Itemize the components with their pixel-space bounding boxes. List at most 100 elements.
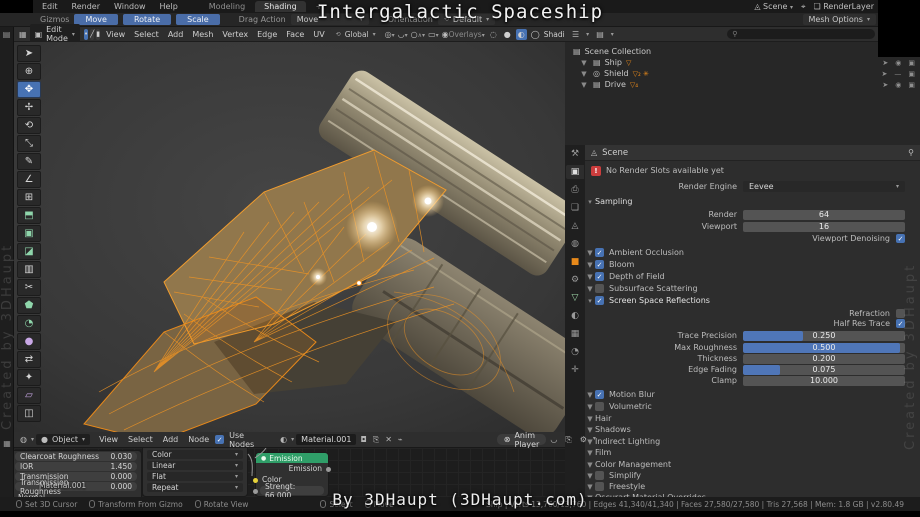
tab-material-icon[interactable]: ◐ (566, 309, 584, 323)
link-icon[interactable]: ⌁ (396, 435, 405, 444)
viewport-menu-edge[interactable]: Edge (253, 30, 281, 39)
selectable-icon[interactable]: ➤ (882, 59, 888, 67)
half-res-trace-checkbox[interactable] (896, 319, 905, 328)
hide-icon[interactable]: — (894, 70, 901, 78)
tab-modifiers-icon[interactable]: ⚙ (566, 273, 584, 287)
tool-knife-icon[interactable]: ✂ (17, 279, 41, 296)
material-name-field[interactable]: Material.001 (296, 434, 356, 445)
simplify-row[interactable]: ▼Simplify (585, 470, 920, 481)
ambient-occlusion-checkbox[interactable] (595, 248, 604, 257)
outliner-row-shield[interactable]: ▼ ◎ Shield ▽₂ ✳ ➤—▣ (565, 68, 920, 79)
viewport-menu-vertex[interactable]: Vertex (218, 30, 252, 39)
sampling-section-header[interactable]: ▾Sampling (585, 196, 920, 207)
ambient-occlusion-row[interactable]: ▼Ambient Occlusion (585, 247, 920, 258)
outliner-row-drive[interactable]: ▼ ▤ Drive ▽₄ ➤◉▣ (565, 79, 920, 90)
sampling-viewport-field[interactable]: 16 (743, 222, 905, 232)
tool-smooth-icon[interactable]: ● (17, 333, 41, 350)
tool-shrink-fatten-icon[interactable]: ✦ (17, 369, 41, 386)
render-visibility-icon[interactable]: ▣ (908, 81, 915, 89)
tool-rip-region-icon[interactable]: ◫ (17, 405, 41, 422)
use-nodes-checkbox[interactable] (215, 435, 224, 444)
tool-rotate-icon[interactable]: ⟲ (17, 117, 41, 134)
overlay-toggle-icon[interactable]: ⎘ (563, 435, 573, 445)
tool-bevel-icon[interactable]: ◪ (17, 243, 41, 260)
volumetric-row[interactable]: ▼Volumetric (585, 401, 920, 412)
volumetric-checkbox[interactable] (595, 402, 604, 411)
tool-shear-icon[interactable]: ▱ (17, 387, 41, 404)
viewport-menu-select[interactable]: Select (130, 30, 163, 39)
vertex-select-button[interactable]: • (84, 29, 88, 40)
shader-editor-type-icon[interactable]: ◍ (18, 435, 29, 444)
selectable-icon[interactable]: ➤ (882, 81, 888, 89)
outliner-search-input[interactable]: ⚲ (727, 29, 875, 39)
indirect-lighting-section[interactable]: ▼Indirect Lighting (585, 436, 920, 447)
snapping-icon[interactable]: ◡ (548, 435, 559, 445)
trace-precision-slider[interactable]: 0.250 (743, 331, 905, 341)
shader-type-dropdown[interactable]: ●Object▾ (36, 434, 90, 445)
face-select-button[interactable]: ▮ (96, 29, 100, 40)
fake-user-icon[interactable]: ◘ (358, 435, 368, 444)
tab-texture-icon[interactable]: ▦ (566, 327, 584, 341)
tool-inset-icon[interactable]: ▣ (17, 225, 41, 242)
orientation-global-dropdown[interactable]: ⟲Global▾ (330, 29, 382, 40)
pivot-dropdown[interactable]: ◎▾ (385, 30, 395, 39)
subsurface-scattering-checkbox[interactable] (595, 284, 604, 293)
viewport-menu-view[interactable]: View (102, 30, 129, 39)
shading-solid-button[interactable]: ● (502, 29, 513, 40)
tool-edge-slide-icon[interactable]: ⇄ (17, 351, 41, 368)
tool-loop-cut-icon[interactable]: ▥ (17, 261, 41, 278)
tab-tool-icon[interactable]: ⚒ (566, 147, 584, 161)
tab-physics-icon[interactable]: ◔ (566, 345, 584, 359)
outliner-row-ship[interactable]: ▼ ▤ Ship ▽ ➤◉▣ (565, 57, 920, 68)
edge-fading-slider[interactable]: 0.075 (743, 365, 905, 375)
refraction-checkbox[interactable] (896, 309, 905, 318)
tool-cursor-icon[interactable]: ⊕ (17, 63, 41, 80)
viewport-menu-add[interactable]: Add (164, 30, 188, 39)
film-section[interactable]: ▼Film (585, 447, 920, 458)
shading-rendered-button[interactable]: ◯ (530, 29, 541, 40)
bloom-row[interactable]: ▼Bloom (585, 259, 920, 270)
viewport-3d[interactable]: ➤ ⊕ ✥ ✢ ⟲ ⤡ ✎ ∠ ⊞ ⬒ ▣ ◪ ▥ ✂ ⬟ ◔ ● ⇄ ✦ ▱ … (14, 42, 565, 432)
tool-transform-icon[interactable]: ✥ (17, 81, 41, 98)
tool-extrude-icon[interactable]: ⬒ (17, 207, 41, 224)
tool-spin-icon[interactable]: ◔ (17, 315, 41, 332)
folder-icon[interactable]: ▤ (2, 30, 12, 40)
options-icon[interactable]: ⚙ (578, 435, 589, 445)
hair-section[interactable]: ▼Hair (585, 413, 920, 424)
tab-scene-icon[interactable]: ◬ (566, 219, 584, 233)
tab-render-icon[interactable]: ▣ (566, 165, 584, 179)
duplicate-material-icon[interactable]: ⎘ (371, 435, 381, 445)
viewport-menu-face[interactable]: Face (282, 30, 308, 39)
sampling-render-field[interactable]: 64 (743, 210, 905, 220)
tab-object-data-icon[interactable]: ▽ (566, 291, 584, 305)
hide-icon[interactable]: ◉ (895, 81, 901, 89)
max-roughness-slider[interactable]: 0.500 (743, 343, 905, 353)
tab-object-icon[interactable]: ■ (566, 255, 584, 269)
depth-of-field-checkbox[interactable] (595, 272, 604, 281)
tab-output-icon[interactable]: ⎙ (566, 183, 584, 197)
render-engine-dropdown[interactable]: Eevee▾ (743, 181, 905, 192)
tool-measure-icon[interactable]: ∠ (17, 171, 41, 188)
tab-view-layer-icon[interactable]: ❏ (566, 201, 584, 215)
bloom-checkbox[interactable] (595, 260, 604, 269)
outliner-editor-icon[interactable]: ☰ (570, 30, 581, 39)
shading-wireframe-button[interactable]: ◌ (488, 29, 499, 40)
shader-menu-select[interactable]: Select (124, 435, 157, 444)
tool-move-icon[interactable]: ✢ (17, 99, 41, 116)
depth-of-field-row[interactable]: ▼Depth of Field (585, 271, 920, 282)
hide-icon[interactable]: ◉ (895, 59, 901, 67)
render-visibility-icon[interactable]: ▣ (908, 70, 915, 78)
tool-poly-build-icon[interactable]: ⬟ (17, 297, 41, 314)
selectable-icon[interactable]: ➤ (882, 70, 888, 78)
viewport-menu-uv[interactable]: UV (309, 30, 328, 39)
proportional-dropdown[interactable]: ○∧▾ (411, 30, 425, 39)
snap-dropdown[interactable]: ◡▾ (398, 30, 408, 39)
mode-dropdown[interactable]: ▣Edit Mode▾ (30, 24, 80, 44)
tool-add-cube-icon[interactable]: ⊞ (17, 189, 41, 206)
overlays-dropdown[interactable]: ◉Overlays▾ (442, 30, 485, 39)
color-management-section[interactable]: ▼Color Management (585, 459, 920, 470)
shader-menu-add[interactable]: Add (159, 435, 183, 444)
unlink-material-icon[interactable]: ✕ (383, 435, 394, 444)
viewport-menu-mesh[interactable]: Mesh (188, 30, 217, 39)
anim-player-button[interactable]: ⊗Anim Player (497, 434, 547, 445)
